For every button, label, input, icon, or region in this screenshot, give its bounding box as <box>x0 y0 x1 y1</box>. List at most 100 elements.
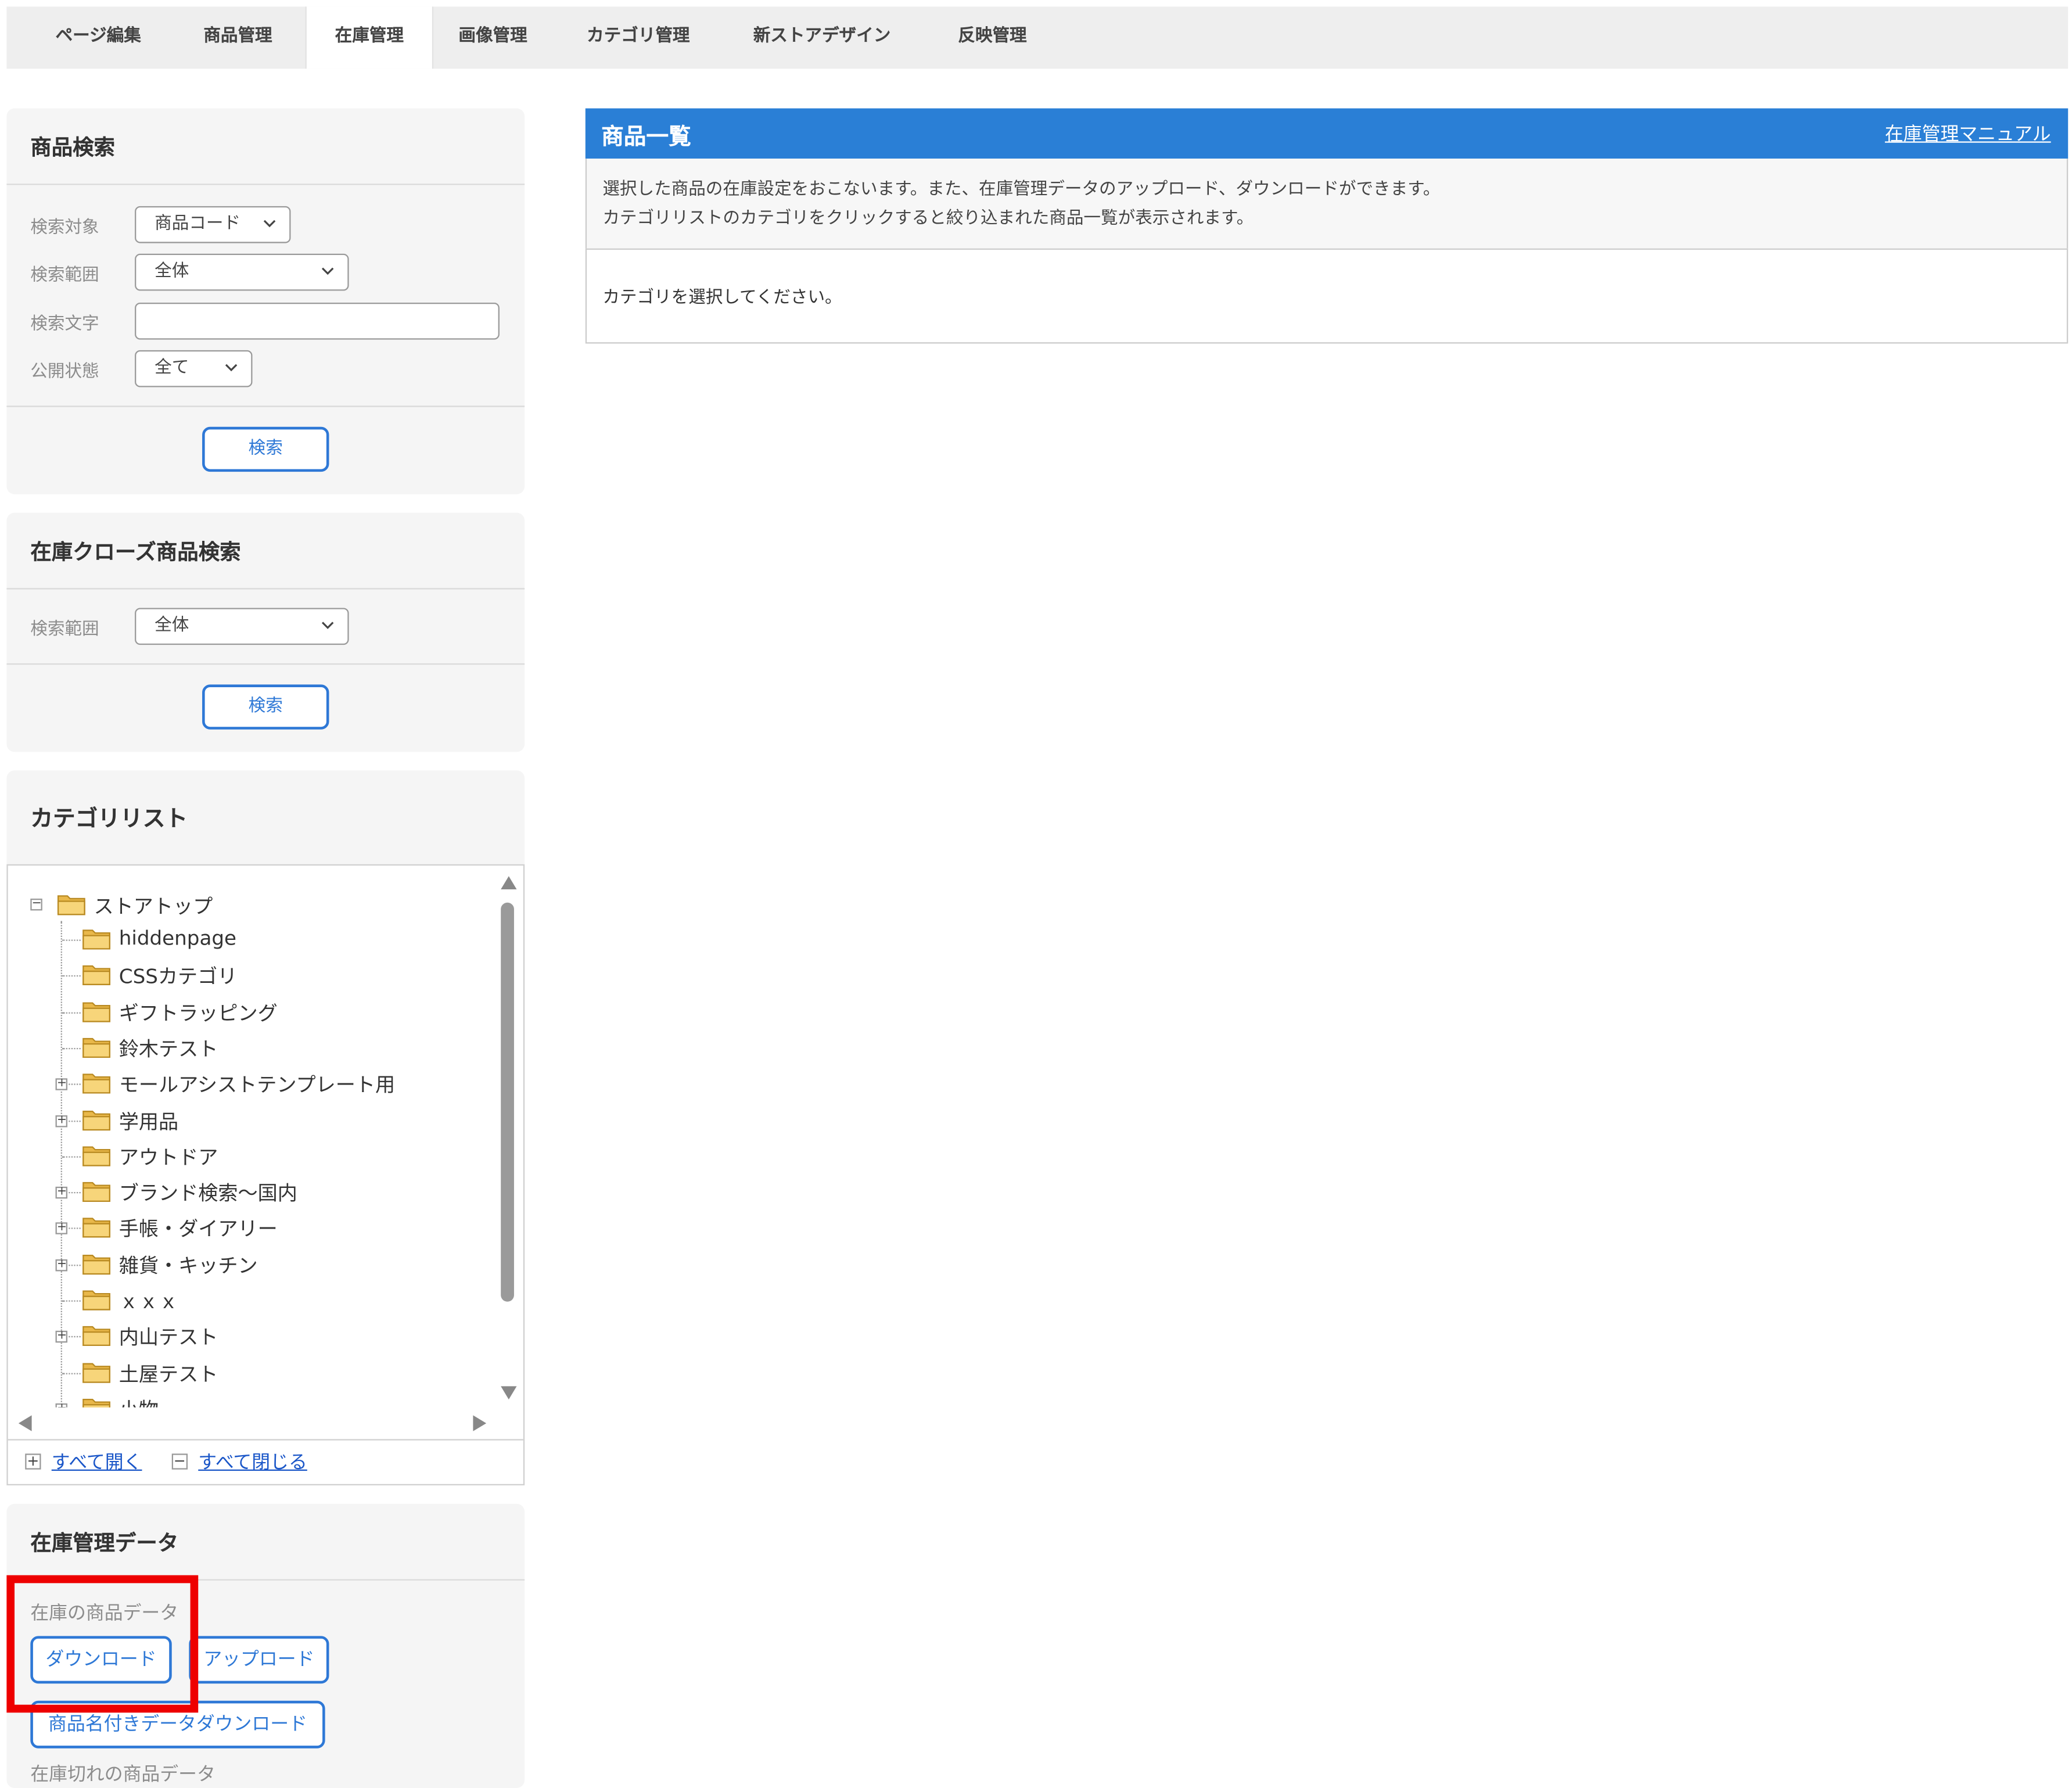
folder-icon <box>82 965 110 986</box>
tab-product-management[interactable]: 商品管理 <box>203 6 272 69</box>
expand-node-icon[interactable]: + <box>55 1078 68 1091</box>
vertical-scrollbar-thumb[interactable] <box>501 902 514 1302</box>
closed-stock-search-button[interactable]: 検索 <box>202 684 329 730</box>
tab-inventory-management[interactable]: 在庫管理 <box>305 6 434 69</box>
download-button[interactable]: ダウンロード <box>30 1636 172 1684</box>
tree-item-label: CSSカテゴリ <box>118 965 238 989</box>
collapse-all-icon: − <box>171 1453 188 1470</box>
search-text-input[interactable] <box>135 302 500 340</box>
tree-item-label: hiddenpage <box>118 926 237 950</box>
search-target-label: 検索対象 <box>30 218 99 238</box>
scroll-right-arrow-icon[interactable] <box>473 1415 487 1431</box>
top-nav-tabs: ページ編集 商品管理 在庫管理 画像管理 カテゴリ管理 新ストアデザイン 反映管… <box>6 6 2069 69</box>
product-list-header: 商品一覧 在庫管理マニュアル <box>585 108 2069 159</box>
category-tree-box: − ストアトップ hiddenpage CSSカテゴリ ギフトラッピング 鈴木テスト +… <box>6 864 525 1485</box>
tree-connector <box>62 1372 81 1374</box>
folder-icon <box>57 895 85 915</box>
expand-node-icon[interactable]: + <box>55 1186 68 1199</box>
product-search-button[interactable]: 検索 <box>202 426 329 472</box>
tree-item-label: 雑貨・キッチン <box>118 1254 258 1278</box>
tree-connector <box>62 1156 81 1158</box>
search-text-label: 検索文字 <box>30 314 99 335</box>
product-list-body: カテゴリを選択してください。 <box>585 248 2069 344</box>
tree-connector <box>62 939 81 941</box>
tab-category-management[interactable]: カテゴリ管理 <box>587 6 690 69</box>
publish-status-select[interactable]: 全て <box>135 350 253 387</box>
category-tree[interactable]: − ストアトップ hiddenpage CSSカテゴリ ギフトラッピング 鈴木テスト +… <box>8 866 497 1408</box>
expand-all-link[interactable]: すべて開く <box>52 1448 142 1474</box>
publish-status-label: 公開状態 <box>30 362 99 382</box>
description-line-2: カテゴリリストのカテゴリをクリックすると絞り込まれた商品一覧が表示されます。 <box>602 209 1254 229</box>
search-target-value: 商品コード <box>155 214 241 234</box>
folder-icon <box>82 1290 110 1311</box>
folder-icon <box>82 1254 110 1274</box>
folder-icon <box>82 929 110 950</box>
divider <box>6 663 525 665</box>
tree-item-label: 内山テスト <box>118 1326 218 1350</box>
tab-page-edit[interactable]: ページ編集 <box>56 6 141 69</box>
tab-publish-management[interactable]: 反映管理 <box>958 6 1026 69</box>
tree-item-label: 手帳・ダイアリー <box>118 1218 278 1242</box>
search-range-value: 全体 <box>155 261 189 282</box>
tree-item-label: ストアトップ <box>94 895 213 919</box>
collapse-node-icon[interactable]: − <box>30 898 42 911</box>
publish-status-value: 全て <box>155 358 189 378</box>
divider <box>6 184 525 185</box>
page-root: ページ編集 商品管理 在庫管理 画像管理 カテゴリ管理 新ストアデザイン 反映管… <box>0 0 2072 1788</box>
folder-icon <box>82 1001 110 1022</box>
tree-item-label: ブランド検索〜国内 <box>118 1181 297 1205</box>
tab-new-store-design[interactable]: 新ストアデザイン <box>753 6 891 69</box>
category-list-title: カテゴリリスト <box>30 806 188 833</box>
out-of-stock-label: 在庫切れの商品データ <box>30 1764 216 1786</box>
expand-node-icon[interactable]: + <box>55 1114 68 1127</box>
expand-node-icon[interactable]: + <box>55 1222 68 1235</box>
stock-data-title: 在庫管理データ <box>30 1530 179 1556</box>
upload-button[interactable]: アップロード <box>189 1636 329 1684</box>
expand-node-icon[interactable]: + <box>55 1258 68 1271</box>
product-list-title: 商品一覧 <box>601 124 691 151</box>
folder-icon <box>82 1037 110 1058</box>
scroll-left-arrow-icon[interactable] <box>18 1415 32 1431</box>
expand-node-icon[interactable]: + <box>55 1403 68 1408</box>
divider <box>6 1579 525 1581</box>
chevron-down-icon <box>321 622 334 629</box>
chevron-down-icon <box>321 267 334 275</box>
product-search-panel: 商品検索 検索対象 商品コード 検索範囲 全体 検索文字 公開状態 全て 検索 <box>6 108 525 494</box>
closed-stock-search-title: 在庫クローズ商品検索 <box>30 539 241 565</box>
download-with-product-names-button[interactable]: 商品名付きデータダウンロード <box>30 1700 325 1748</box>
tree-item-label: 学用品 <box>118 1109 179 1133</box>
folder-icon <box>82 1362 110 1383</box>
stock-data-panel: 在庫管理データ 在庫の商品データ ダウンロード アップロード 商品名付きデータダ… <box>6 1503 525 1788</box>
tree-item-label: ｘｘｘ <box>118 1290 179 1314</box>
expand-all-icon: + <box>25 1453 41 1470</box>
description-line-1: 選択した商品の在庫設定をおこないます。また、在庫管理データのアップロード、ダウン… <box>602 179 1441 200</box>
search-target-select[interactable]: 商品コード <box>135 206 291 243</box>
chevron-down-icon <box>225 364 238 372</box>
folder-icon <box>82 1146 110 1166</box>
divider <box>6 405 525 407</box>
category-list-header: カテゴリリスト <box>6 770 525 866</box>
tab-image-management[interactable]: 画像管理 <box>458 6 527 69</box>
closed-search-range-select[interactable]: 全体 <box>135 608 349 645</box>
scroll-down-arrow-icon[interactable] <box>501 1386 517 1400</box>
closed-search-range-value: 全体 <box>155 616 189 636</box>
tree-connector <box>62 1011 81 1013</box>
product-list-description: 選択した商品の在庫設定をおこないます。また、在庫管理データのアップロード、ダウン… <box>585 158 2069 249</box>
search-range-label: 検索範囲 <box>30 265 99 286</box>
tree-item-label: アウトドア <box>118 1145 218 1169</box>
closed-stock-search-panel: 在庫クローズ商品検索 検索範囲 全体 検索 <box>6 512 525 752</box>
collapse-all-link[interactable]: すべて閉じる <box>198 1448 307 1474</box>
folder-icon <box>82 1218 110 1238</box>
select-category-message: カテゴリを選択してください。 <box>602 288 842 308</box>
product-search-title: 商品検索 <box>30 135 115 160</box>
divider <box>6 588 525 590</box>
closed-search-range-label: 検索範囲 <box>30 619 99 640</box>
inventory-manual-link[interactable]: 在庫管理マニュアル <box>1885 120 2051 146</box>
tree-connector <box>62 975 81 977</box>
folder-icon <box>82 1326 110 1347</box>
stock-products-label: 在庫の商品データ <box>30 1603 179 1624</box>
expand-node-icon[interactable]: + <box>55 1330 68 1343</box>
tree-connector <box>62 1300 81 1302</box>
search-range-select[interactable]: 全体 <box>135 253 349 291</box>
scroll-up-arrow-icon[interactable] <box>501 876 517 890</box>
